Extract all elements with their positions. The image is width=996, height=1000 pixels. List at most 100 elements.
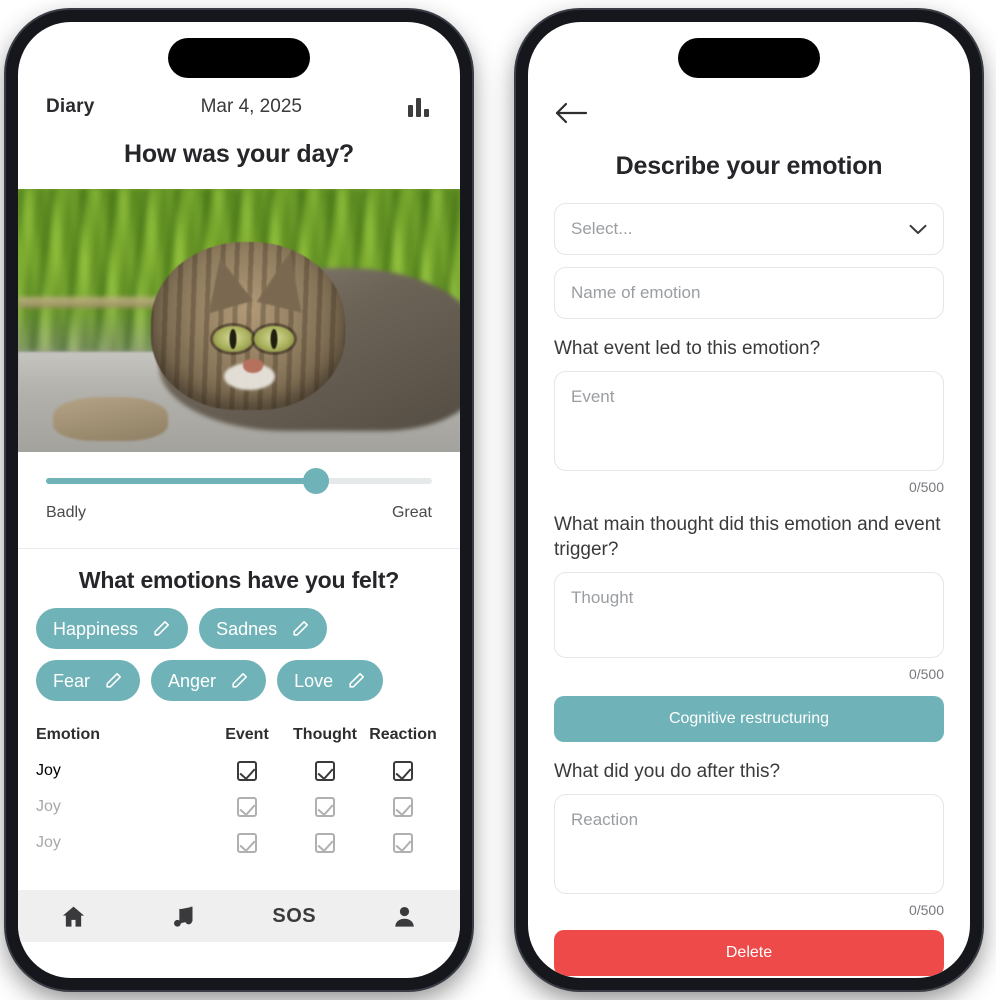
emotion-table: Emotion Event Thought Reaction Joy Joy J… <box>18 701 460 861</box>
row-event-cell[interactable] <box>208 833 286 853</box>
tab-music[interactable] <box>129 890 240 942</box>
emotion-chip-happiness[interactable]: Happiness <box>36 608 189 649</box>
checkbox-reaction[interactable] <box>393 761 413 781</box>
tab-home[interactable] <box>18 890 129 942</box>
row-reaction-cell[interactable] <box>364 761 442 781</box>
mood-slider-track[interactable] <box>46 468 432 494</box>
row-thought-cell[interactable] <box>286 761 364 781</box>
row-emotion: Joy <box>36 834 61 851</box>
left-screen: Diary Mar 4, 2025 How was your day? Badl… <box>18 22 460 978</box>
phone-right: Describe your emotion Select... Name of … <box>516 10 982 990</box>
dynamic-island <box>168 38 310 78</box>
reaction-placeholder: Reaction <box>571 810 639 830</box>
event-placeholder: Event <box>571 387 615 407</box>
row-reaction-cell[interactable] <box>364 797 442 817</box>
phone-left: Diary Mar 4, 2025 How was your day? Badl… <box>6 10 472 990</box>
diary-photo[interactable] <box>18 189 460 452</box>
event-question-label: What event led to this emotion? <box>554 338 821 359</box>
row-thought-cell[interactable] <box>286 833 364 853</box>
checkbox-thought[interactable] <box>315 797 335 817</box>
describe-form: Select... Name of emotion What event led… <box>528 203 970 977</box>
checkbox-event[interactable] <box>237 833 257 853</box>
table-header-row: Emotion Event Thought Reaction <box>36 717 442 753</box>
thought-question-label: What main thought did this emotion and e… <box>554 514 941 560</box>
table-row[interactable]: Joy <box>36 789 442 825</box>
emotion-chip-anger[interactable]: Anger <box>151 660 267 701</box>
person-icon <box>395 906 414 927</box>
bar-chart-icon[interactable] <box>408 97 432 117</box>
mood-slider[interactable]: Badly Great <box>18 452 460 534</box>
reaction-textarea[interactable]: Reaction <box>554 794 944 895</box>
row-thought-cell[interactable] <box>286 797 364 817</box>
thought-textarea[interactable]: Thought <box>554 571 944 658</box>
emotion-chip-fear[interactable]: Fear <box>36 660 141 701</box>
cat-eye-right <box>253 325 294 352</box>
emotion-name-input[interactable]: Name of emotion <box>554 267 944 319</box>
pencil-icon[interactable] <box>104 671 123 690</box>
row-event-cell[interactable] <box>208 761 286 781</box>
emotion-chip-label: Happiness <box>53 618 139 639</box>
cat-paw <box>53 396 169 442</box>
thought-counter: 0/500 <box>908 665 944 682</box>
pencil-icon[interactable] <box>347 671 366 690</box>
pencil-icon[interactable] <box>152 619 171 638</box>
table-row[interactable]: Joy <box>36 825 442 861</box>
reaction-counter: 0/500 <box>908 902 944 919</box>
row-event-cell[interactable] <box>208 797 286 817</box>
event-counter: 0/500 <box>908 479 944 496</box>
emotion-chip-sadnes[interactable]: Sadnes <box>199 608 328 649</box>
screenshot-stage: Diary Mar 4, 2025 How was your day? Badl… <box>0 0 996 1000</box>
col-event: Event <box>225 726 269 743</box>
emotion-chip-love[interactable]: Love <box>277 660 384 701</box>
thought-placeholder: Thought <box>571 587 634 607</box>
app-title: Diary <box>46 96 95 117</box>
emotion-select-value: Select... <box>571 219 633 238</box>
mood-slider-thumb[interactable] <box>303 468 330 494</box>
pencil-icon[interactable] <box>291 619 310 638</box>
emotion-chip-label: Sadnes <box>216 618 278 639</box>
day-question: How was your day? <box>124 140 354 168</box>
emotion-select[interactable]: Select... <box>554 203 944 255</box>
mood-max-label: Great <box>391 504 432 521</box>
tab-sos[interactable]: SOS <box>239 890 350 942</box>
checkbox-reaction[interactable] <box>393 833 413 853</box>
cat-eye-left <box>212 325 253 352</box>
emotion-name-placeholder: Name of emotion <box>571 283 701 302</box>
table-row[interactable]: Joy <box>36 753 442 789</box>
mood-slider-labels: Badly Great <box>46 504 432 522</box>
delete-button[interactable]: Delete <box>554 930 944 977</box>
reaction-question-label: What did you do after this? <box>554 760 781 782</box>
arrow-left-icon[interactable] <box>554 100 588 126</box>
emotion-chip-label: Fear <box>53 670 91 691</box>
home-icon <box>62 906 84 927</box>
pencil-icon[interactable] <box>230 671 249 690</box>
checkbox-event[interactable] <box>237 761 257 781</box>
emotion-chip-label: Love <box>294 670 334 691</box>
dynamic-island <box>678 38 820 78</box>
page-title: Describe your emotion <box>615 152 883 180</box>
tab-profile[interactable] <box>350 890 461 942</box>
checkbox-reaction[interactable] <box>393 797 413 817</box>
emotion-chip-list: Happiness Sadnes Fear Anger Love <box>18 608 460 701</box>
row-emotion: Joy <box>36 762 61 779</box>
checkbox-thought[interactable] <box>315 761 335 781</box>
chevron-down-icon <box>909 224 927 234</box>
checkbox-thought[interactable] <box>315 833 335 853</box>
row-emotion: Joy <box>36 798 61 815</box>
entry-date: Mar 4, 2025 <box>200 96 302 117</box>
mood-slider-fill <box>46 478 317 484</box>
checkbox-event[interactable] <box>237 797 257 817</box>
event-textarea[interactable]: Event <box>554 371 944 472</box>
cat-head <box>150 241 346 410</box>
emotions-question: What emotions have you felt? <box>78 567 400 593</box>
row-reaction-cell[interactable] <box>364 833 442 853</box>
right-screen: Describe your emotion Select... Name of … <box>528 22 970 978</box>
emotion-chip-label: Anger <box>168 670 217 691</box>
col-reaction: Reaction <box>369 726 437 743</box>
mood-min-label: Badly <box>46 504 87 521</box>
bottom-tabbar: SOS <box>18 890 460 942</box>
music-note-icon <box>174 906 193 927</box>
col-emotion: Emotion <box>36 726 100 743</box>
col-thought: Thought <box>293 726 357 743</box>
cognitive-restructuring-button[interactable]: Cognitive restructuring <box>554 695 944 742</box>
